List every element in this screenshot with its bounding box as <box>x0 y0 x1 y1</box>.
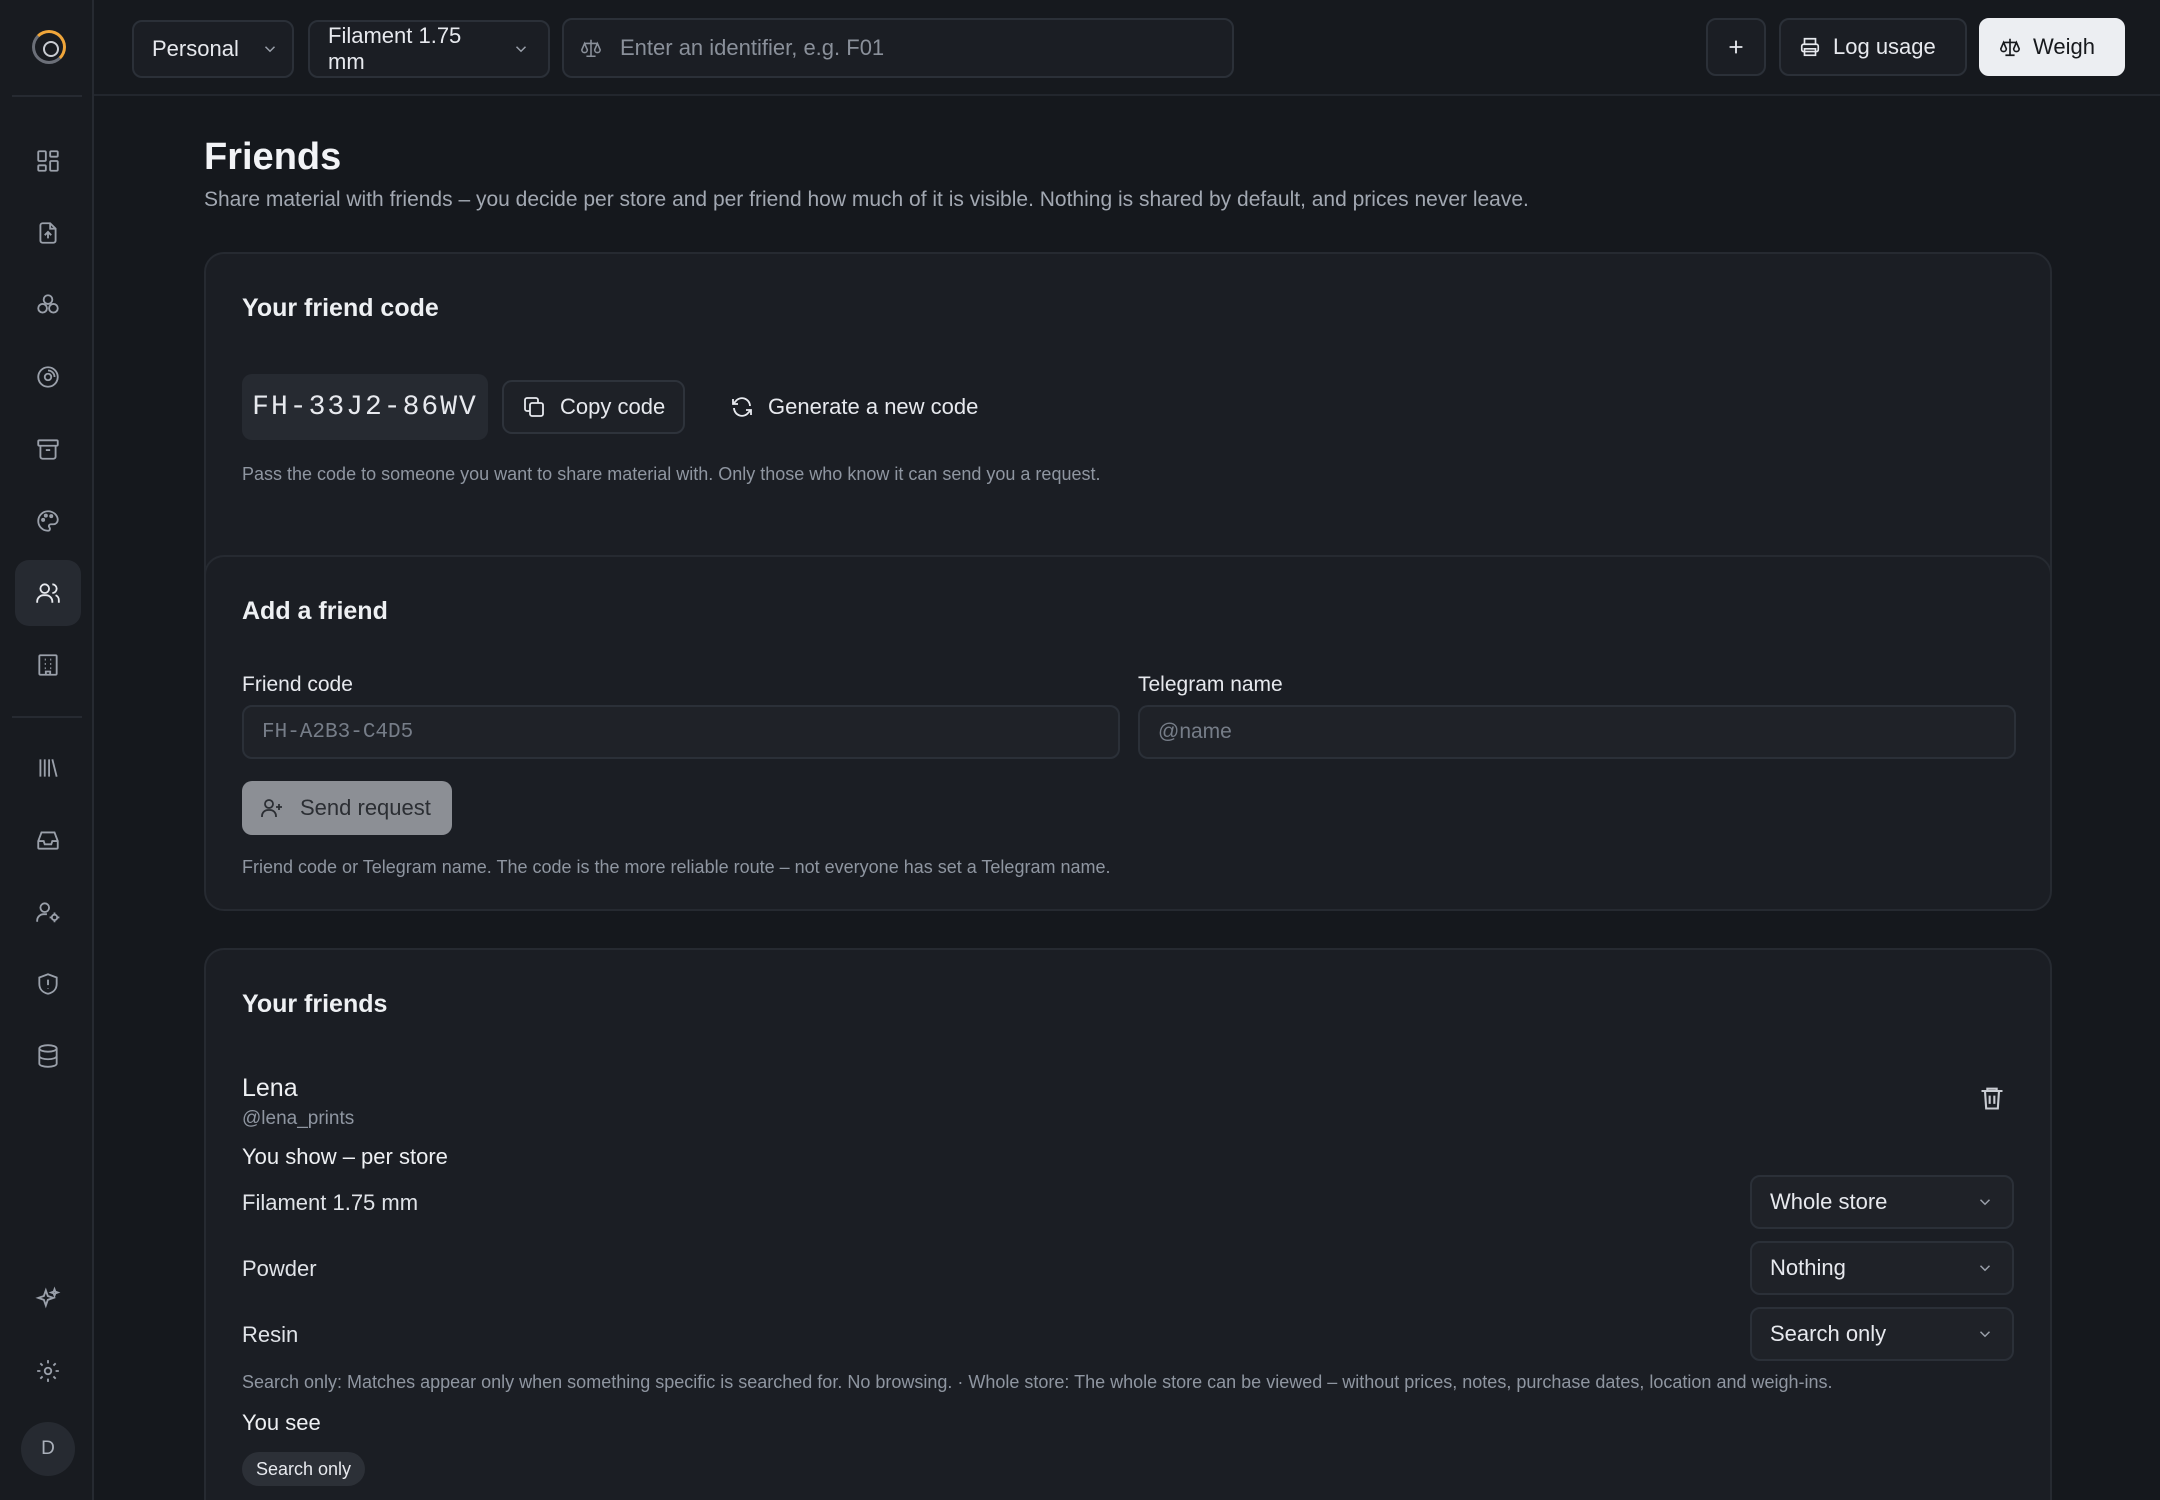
chevron-down-icon <box>1979 1331 1991 1338</box>
sidebar-item-account[interactable] <box>15 879 81 945</box>
weigh-button[interactable]: Weigh <box>1979 18 2125 76</box>
sidebar-item-library[interactable] <box>15 735 81 801</box>
sidebar-item-database[interactable] <box>15 1023 81 1089</box>
printer-icon <box>1800 37 1820 57</box>
app-logo[interactable] <box>32 30 66 64</box>
store-row-name: Powder <box>242 1256 317 1281</box>
store-select[interactable]: Filament 1.75 mm <box>308 20 550 78</box>
database-icon <box>38 1044 58 1068</box>
trash-icon[interactable] <box>1978 1084 2006 1112</box>
copy-code-button[interactable]: Copy code <box>502 380 686 434</box>
inbox-icon <box>37 831 59 850</box>
you-see-badge: Search only <box>242 1452 366 1486</box>
telegram-name-input[interactable] <box>1158 720 1929 744</box>
chevron-down-icon <box>1979 1265 1991 1272</box>
app-root: D Personal Filament 1.75 mm Log usage We… <box>0 0 2160 1500</box>
generate-code-label: Generate a new code <box>768 394 979 419</box>
user-plus-icon <box>261 799 282 817</box>
shield-icon <box>38 973 58 995</box>
archive-icon <box>37 439 59 460</box>
refresh-icon <box>732 397 752 417</box>
friend-code-hint: Pass the code to someone you want to sha… <box>242 464 1101 484</box>
visibility-select[interactable]: Search only <box>1750 1307 2014 1361</box>
friends-card: Your friends Lena @lena_prints You show … <box>204 948 2052 1500</box>
avatar[interactable]: D <box>21 1422 75 1476</box>
page-title: Friends <box>204 136 342 178</box>
add-friend-card: Add a friend Friend code Telegram name S… <box>204 555 2052 911</box>
visibility-legend: Search only: Matches appear only when so… <box>242 1372 1833 1392</box>
visibility-select[interactable]: Nothing <box>1750 1241 2014 1295</box>
sidebar-item-colors[interactable] <box>15 488 81 554</box>
scale-icon <box>2000 38 2020 57</box>
chevron-down-icon <box>515 46 527 53</box>
friend-handle: @lena_prints <box>242 1108 355 1129</box>
store-row-name: Filament 1.75 mm <box>242 1190 419 1215</box>
visibility-value: Search only <box>1770 1321 1887 1346</box>
sidebar-item-friends[interactable] <box>15 560 81 626</box>
scale-icon <box>581 39 601 58</box>
identifier-input[interactable] <box>620 35 1180 61</box>
dashboard-icon <box>37 150 59 172</box>
friends-icon <box>36 583 60 603</box>
topbar: Personal Filament 1.75 mm Log usage Weig… <box>94 0 2160 96</box>
page-subtitle: Share material with friends – you decide… <box>204 188 1529 211</box>
building-icon <box>38 654 58 676</box>
log-usage-button[interactable]: Log usage <box>1779 18 1967 76</box>
add-friend-hint: Friend code or Telegram name. The code i… <box>242 857 1111 877</box>
sidebar-item-inbox[interactable] <box>15 807 81 873</box>
card-title: Your friends <box>242 990 388 1018</box>
visibility-value: Whole store <box>1770 1189 1888 1214</box>
sidebar-item-ai[interactable] <box>15 1266 81 1332</box>
sidebar-divider <box>12 95 82 97</box>
add-button[interactable] <box>1706 18 1766 76</box>
copy-code-label: Copy code <box>560 394 666 419</box>
store-label: Filament 1.75 mm <box>328 23 462 74</box>
sidebar-item-spools[interactable] <box>15 344 81 410</box>
sidebar: D <box>0 0 94 1500</box>
you-see-label: You see <box>242 1410 321 1435</box>
send-request-label: Send request <box>300 795 431 820</box>
friend-name: Lena <box>242 1074 298 1102</box>
materials-icon <box>37 294 59 314</box>
sidebar-divider <box>12 716 82 718</box>
log-usage-label: Log usage <box>1833 34 1936 59</box>
identifier-search[interactable] <box>562 18 1234 78</box>
generate-code-button[interactable]: Generate a new code <box>712 380 996 434</box>
visibility-value: Nothing <box>1770 1255 1846 1280</box>
workspace-label: Personal <box>152 36 239 61</box>
import-file-icon <box>39 222 57 244</box>
sparkles-icon <box>35 1286 61 1309</box>
library-icon <box>39 759 58 777</box>
settings-icon <box>37 1360 59 1382</box>
copy-icon <box>524 397 544 417</box>
sidebar-item-security[interactable] <box>15 951 81 1017</box>
sidebar-item-dashboard[interactable] <box>15 128 81 194</box>
sidebar-item-materials[interactable] <box>15 272 81 338</box>
send-request-button[interactable]: Send request <box>242 781 452 835</box>
you-show-label: You show – per store <box>242 1144 448 1169</box>
spool-icon <box>37 366 59 388</box>
plus-icon <box>1729 40 1743 54</box>
telegram-name-label: Telegram name <box>1138 673 1283 696</box>
card-title: Your friend code <box>242 294 439 322</box>
friend-code-label: Friend code <box>242 673 353 696</box>
friend-code-field[interactable] <box>242 705 1120 759</box>
sidebar-item-archive[interactable] <box>15 416 81 482</box>
workspace-select[interactable]: Personal <box>132 20 294 78</box>
card-title: Add a friend <box>242 597 388 625</box>
sidebar-item-settings[interactable] <box>15 1338 81 1404</box>
store-row-name: Resin <box>242 1322 299 1347</box>
palette-icon <box>37 510 59 532</box>
friend-code-input[interactable] <box>262 720 1033 744</box>
chevron-down-icon <box>264 46 275 53</box>
sidebar-item-organization[interactable] <box>15 632 81 698</box>
visibility-select[interactable]: Whole store <box>1750 1175 2014 1229</box>
chevron-down-icon <box>1979 1199 1991 1206</box>
telegram-name-field[interactable] <box>1138 705 2016 759</box>
user-settings-icon <box>36 902 60 923</box>
friend-code-display: FH-33J2-86WV <box>242 374 488 440</box>
weigh-label: Weigh <box>2033 34 2095 59</box>
sidebar-item-import[interactable] <box>15 200 81 266</box>
